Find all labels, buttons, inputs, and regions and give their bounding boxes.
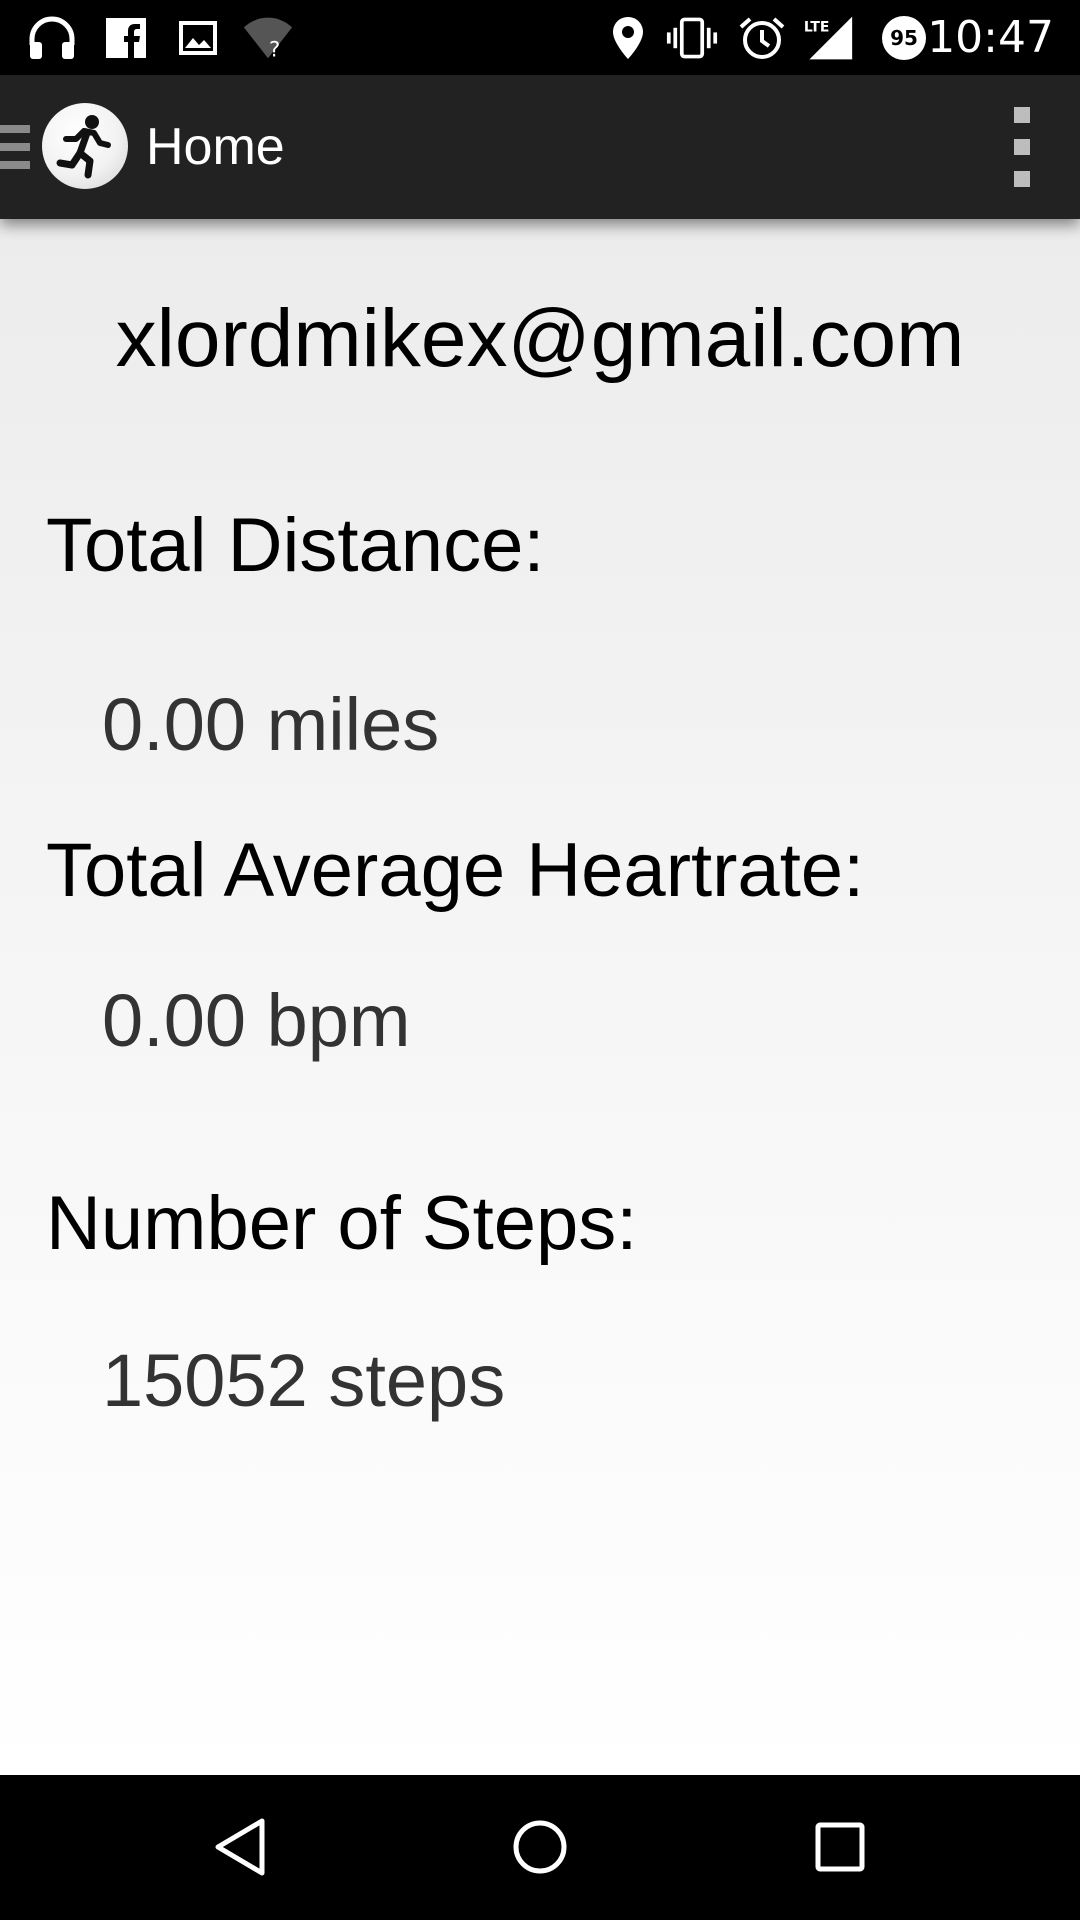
recents-icon[interactable] xyxy=(790,1797,890,1897)
drawer-toggle-button[interactable] xyxy=(0,75,130,219)
vibrate-icon xyxy=(666,12,718,64)
battery-icon: 95 xyxy=(878,12,930,64)
steps-value: 15052 steps xyxy=(102,1339,506,1422)
drawer-indicator-icon xyxy=(0,125,30,169)
action-bar: Home xyxy=(0,75,1080,219)
steps-label: Number of Steps: xyxy=(46,1181,638,1266)
page-title: Home xyxy=(146,118,285,176)
status-time: 10:47 xyxy=(927,12,1054,63)
svg-text:?: ? xyxy=(269,36,280,61)
back-icon[interactable] xyxy=(190,1797,290,1897)
image-icon xyxy=(172,12,224,64)
lte-label: LTE xyxy=(804,20,830,36)
lte-signal-icon: LTE xyxy=(802,12,854,64)
total-distance-value: 0.00 miles xyxy=(102,683,440,766)
home-icon[interactable] xyxy=(490,1797,590,1897)
battery-level: 95 xyxy=(890,26,918,50)
running-man-icon xyxy=(42,103,128,189)
heartrate-value: 0.00 bpm xyxy=(102,979,411,1062)
headphones-icon xyxy=(26,12,78,64)
total-distance-label: Total Distance: xyxy=(46,503,545,588)
main-content: xlordmikex@gmail.com Total Distance: 0.0… xyxy=(0,219,1080,1775)
wifi-unknown-icon: ? xyxy=(242,12,294,64)
navigation-bar xyxy=(0,1775,1080,1920)
facebook-icon xyxy=(100,12,152,64)
status-bar: ? LTE 95 10:47 xyxy=(0,0,1080,75)
heartrate-label: Total Average Heartrate: xyxy=(46,828,865,913)
screen: ? LTE 95 10:47 Home xlordmikex@gmail.com… xyxy=(0,0,1080,1920)
location-icon xyxy=(602,12,654,64)
alarm-icon xyxy=(736,12,788,64)
overflow-menu-icon[interactable] xyxy=(994,107,1050,187)
user-email: xlordmikex@gmail.com xyxy=(115,293,965,384)
